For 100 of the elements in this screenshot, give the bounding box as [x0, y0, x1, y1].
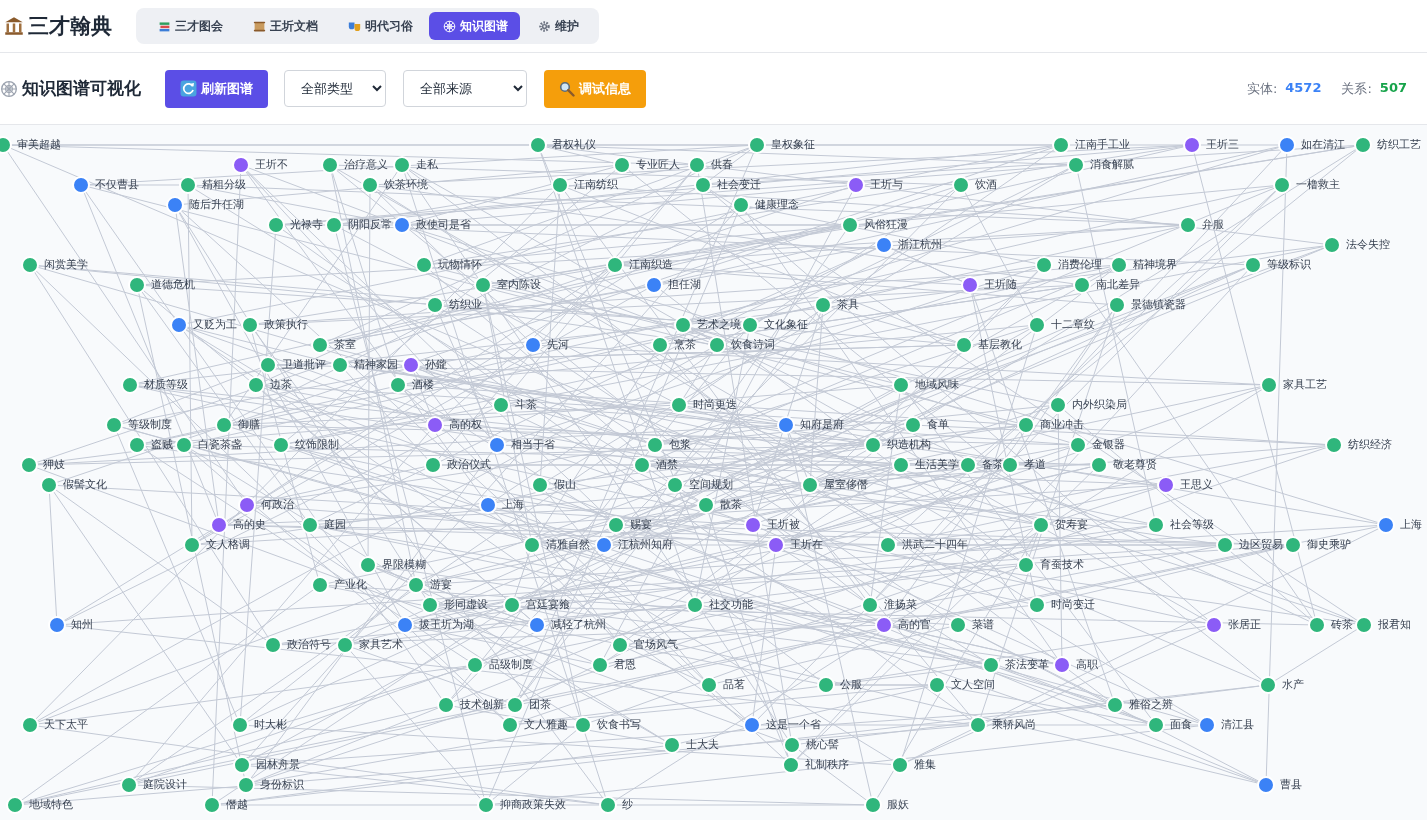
person-node[interactable]	[767, 536, 785, 554]
concept-node[interactable]	[20, 456, 38, 474]
concept-node[interactable]	[1017, 556, 1035, 574]
concept-node[interactable]	[982, 656, 1000, 674]
concept-node[interactable]	[301, 516, 319, 534]
concept-node[interactable]	[1049, 396, 1067, 414]
place-node[interactable]	[393, 216, 411, 234]
person-node[interactable]	[961, 276, 979, 294]
place-node[interactable]	[479, 496, 497, 514]
concept-node[interactable]	[259, 356, 277, 374]
place-node[interactable]	[166, 196, 184, 214]
concept-node[interactable]	[215, 416, 233, 434]
place-node[interactable]	[645, 276, 663, 294]
concept-node[interactable]	[389, 376, 407, 394]
concept-node[interactable]	[477, 796, 495, 814]
concept-node[interactable]	[1308, 616, 1326, 634]
place-node[interactable]	[524, 336, 542, 354]
concept-node[interactable]	[801, 476, 819, 494]
concept-node[interactable]	[783, 736, 801, 754]
concept-node[interactable]	[264, 636, 282, 654]
place-node[interactable]	[488, 436, 506, 454]
concept-node[interactable]	[1108, 296, 1126, 314]
concept-node[interactable]	[407, 576, 425, 594]
concept-node[interactable]	[955, 336, 973, 354]
concept-node[interactable]	[415, 256, 433, 274]
nav-tab[interactable]: 明代习俗	[334, 12, 425, 40]
concept-node[interactable]	[1073, 276, 1091, 294]
concept-node[interactable]	[503, 596, 521, 614]
concept-node[interactable]	[864, 796, 882, 814]
concept-node[interactable]	[879, 536, 897, 554]
place-node[interactable]	[1377, 516, 1395, 534]
concept-node[interactable]	[1273, 176, 1291, 194]
concept-node[interactable]	[321, 156, 339, 174]
concept-node[interactable]	[1354, 136, 1372, 154]
concept-node[interactable]	[1284, 536, 1302, 554]
concept-node[interactable]	[611, 636, 629, 654]
concept-node[interactable]	[231, 716, 249, 734]
concept-node[interactable]	[670, 396, 688, 414]
person-node[interactable]	[232, 156, 250, 174]
concept-node[interactable]	[1259, 676, 1277, 694]
concept-node[interactable]	[697, 496, 715, 514]
concept-node[interactable]	[183, 536, 201, 554]
place-node[interactable]	[396, 616, 414, 634]
concept-node[interactable]	[120, 776, 138, 794]
concept-node[interactable]	[949, 616, 967, 634]
concept-node[interactable]	[1147, 716, 1165, 734]
concept-node[interactable]	[674, 316, 692, 334]
nav-tab[interactable]: 知识图谱	[429, 12, 520, 40]
concept-node[interactable]	[1028, 596, 1046, 614]
concept-node[interactable]	[1244, 256, 1262, 274]
place-node[interactable]	[170, 316, 188, 334]
concept-node[interactable]	[814, 296, 832, 314]
concept-node[interactable]	[841, 216, 859, 234]
concept-node[interactable]	[1069, 436, 1087, 454]
concept-node[interactable]	[311, 576, 329, 594]
concept-node[interactable]	[591, 656, 609, 674]
concept-node[interactable]	[864, 436, 882, 454]
person-node[interactable]	[847, 176, 865, 194]
concept-node[interactable]	[599, 796, 617, 814]
concept-node[interactable]	[928, 676, 946, 694]
concept-node[interactable]	[1323, 236, 1341, 254]
concept-node[interactable]	[466, 656, 484, 674]
concept-node[interactable]	[1110, 256, 1128, 274]
concept-node[interactable]	[128, 276, 146, 294]
person-node[interactable]	[238, 496, 256, 514]
concept-node[interactable]	[748, 136, 766, 154]
nav-tab[interactable]: 维护	[524, 12, 591, 40]
concept-node[interactable]	[1090, 456, 1108, 474]
place-node[interactable]	[875, 236, 893, 254]
concept-node[interactable]	[861, 596, 879, 614]
place-node[interactable]	[777, 416, 795, 434]
person-node[interactable]	[1205, 616, 1223, 634]
concept-node[interactable]	[1032, 516, 1050, 534]
concept-node[interactable]	[426, 296, 444, 314]
concept-node[interactable]	[666, 476, 684, 494]
concept-node[interactable]	[969, 716, 987, 734]
concept-node[interactable]	[359, 556, 377, 574]
place-node[interactable]	[528, 616, 546, 634]
concept-node[interactable]	[1147, 516, 1165, 534]
place-node[interactable]	[1257, 776, 1275, 794]
concept-node[interactable]	[241, 316, 259, 334]
type-filter-select[interactable]: 全部类型	[284, 70, 386, 107]
concept-node[interactable]	[817, 676, 835, 694]
person-node[interactable]	[744, 516, 762, 534]
concept-node[interactable]	[1106, 696, 1124, 714]
source-filter-select[interactable]: 全部来源	[403, 70, 527, 107]
concept-node[interactable]	[21, 256, 39, 274]
concept-node[interactable]	[646, 436, 664, 454]
concept-node[interactable]	[237, 776, 255, 794]
concept-node[interactable]	[1001, 456, 1019, 474]
concept-node[interactable]	[613, 156, 631, 174]
concept-node[interactable]	[393, 156, 411, 174]
concept-node[interactable]	[959, 456, 977, 474]
person-node[interactable]	[402, 356, 420, 374]
concept-node[interactable]	[700, 676, 718, 694]
concept-node[interactable]	[247, 376, 265, 394]
concept-node[interactable]	[311, 336, 329, 354]
concept-node[interactable]	[421, 596, 439, 614]
concept-node[interactable]	[892, 376, 910, 394]
concept-node[interactable]	[105, 416, 123, 434]
